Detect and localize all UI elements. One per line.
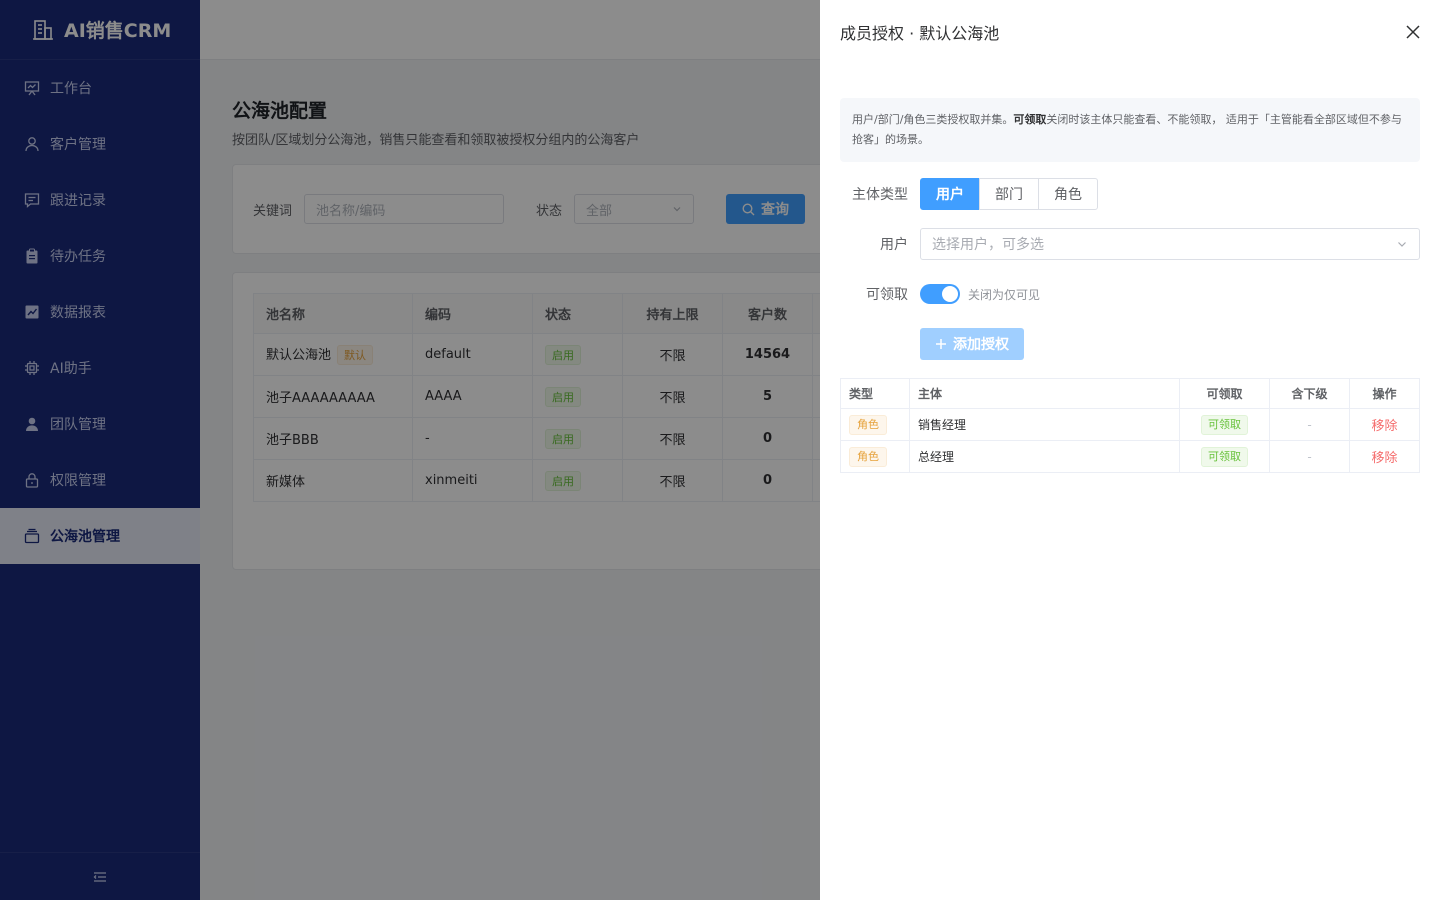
add-auth-button[interactable]: 添加授权 <box>920 328 1024 360</box>
claimable-toggle[interactable] <box>920 284 960 304</box>
member-auth-drawer: 成员授权 · 默认公海池 用户/部门/角色三类授权取并集。可领取关闭时该主体只能… <box>820 0 1440 900</box>
subject-type-user[interactable]: 用户 <box>920 178 980 210</box>
table-row: 角色 销售经理 可领取 - 移除 <box>840 408 1420 441</box>
add-auth-label: 添加授权 <box>953 337 1009 353</box>
drawer-title: 成员授权 · 默认公海池 <box>840 24 1000 43</box>
column-header: 类型 <box>840 378 910 409</box>
include-sub: - <box>1269 408 1350 441</box>
user-label: 用户 <box>880 237 908 253</box>
claimable-badge: 可领取 <box>1201 414 1248 435</box>
type-badge: 角色 <box>849 414 887 435</box>
claimable-hint: 关闭为仅可见 <box>968 287 1041 302</box>
subject-type-role[interactable]: 角色 <box>1038 178 1098 210</box>
include-sub: - <box>1269 440 1350 473</box>
close-icon[interactable] <box>1406 25 1420 39</box>
remove-link[interactable]: 移除 <box>1371 419 1397 434</box>
subject-type-row: 主体类型 用户 部门 角色 <box>840 178 1420 210</box>
type-badge: 角色 <box>849 446 887 467</box>
user-select[interactable]: 选择用户，可多选 <box>920 228 1420 260</box>
claimable-label: 可领取 <box>866 287 908 303</box>
subject-name: 总经理 <box>909 440 1180 473</box>
subject-type-segmented: 用户 部门 角色 <box>920 178 1098 210</box>
claimable-row: 可领取 关闭为仅可见 <box>840 278 1420 310</box>
claimable-badge: 可领取 <box>1201 446 1248 467</box>
column-header: 主体 <box>909 378 1180 409</box>
add-row: 添加授权 <box>840 328 1420 360</box>
info-bold: 可领取 <box>1013 113 1047 126</box>
table-row: 角色 总经理 可领取 - 移除 <box>840 440 1420 473</box>
user-select-placeholder: 选择用户，可多选 <box>932 237 1044 253</box>
remove-link[interactable]: 移除 <box>1371 451 1397 466</box>
info-alert: 用户/部门/角色三类授权取并集。可领取关闭时该主体只能查看、不能领取， 适用于「… <box>840 98 1420 162</box>
column-header: 含下级 <box>1269 378 1350 409</box>
chevron-down-icon <box>1398 242 1406 247</box>
auth-table: 类型 主体 可领取 含下级 操作 角色 销售经理 可领取 - 移除 角色 总经理… <box>840 378 1420 473</box>
subject-name: 销售经理 <box>909 408 1180 441</box>
info-text: 用户/部门/角色三类授权取并集。 <box>852 113 1014 126</box>
subject-type-label: 主体类型 <box>852 187 908 203</box>
column-header: 可领取 <box>1179 378 1270 409</box>
column-header: 操作 <box>1349 378 1420 409</box>
subject-type-department[interactable]: 部门 <box>979 178 1039 210</box>
user-row: 用户 选择用户，可多选 <box>840 228 1420 260</box>
table-header-row: 类型 主体 可领取 含下级 操作 <box>840 378 1420 409</box>
drawer-header: 成员授权 · 默认公海池 <box>840 0 1420 64</box>
plus-icon <box>936 339 946 349</box>
